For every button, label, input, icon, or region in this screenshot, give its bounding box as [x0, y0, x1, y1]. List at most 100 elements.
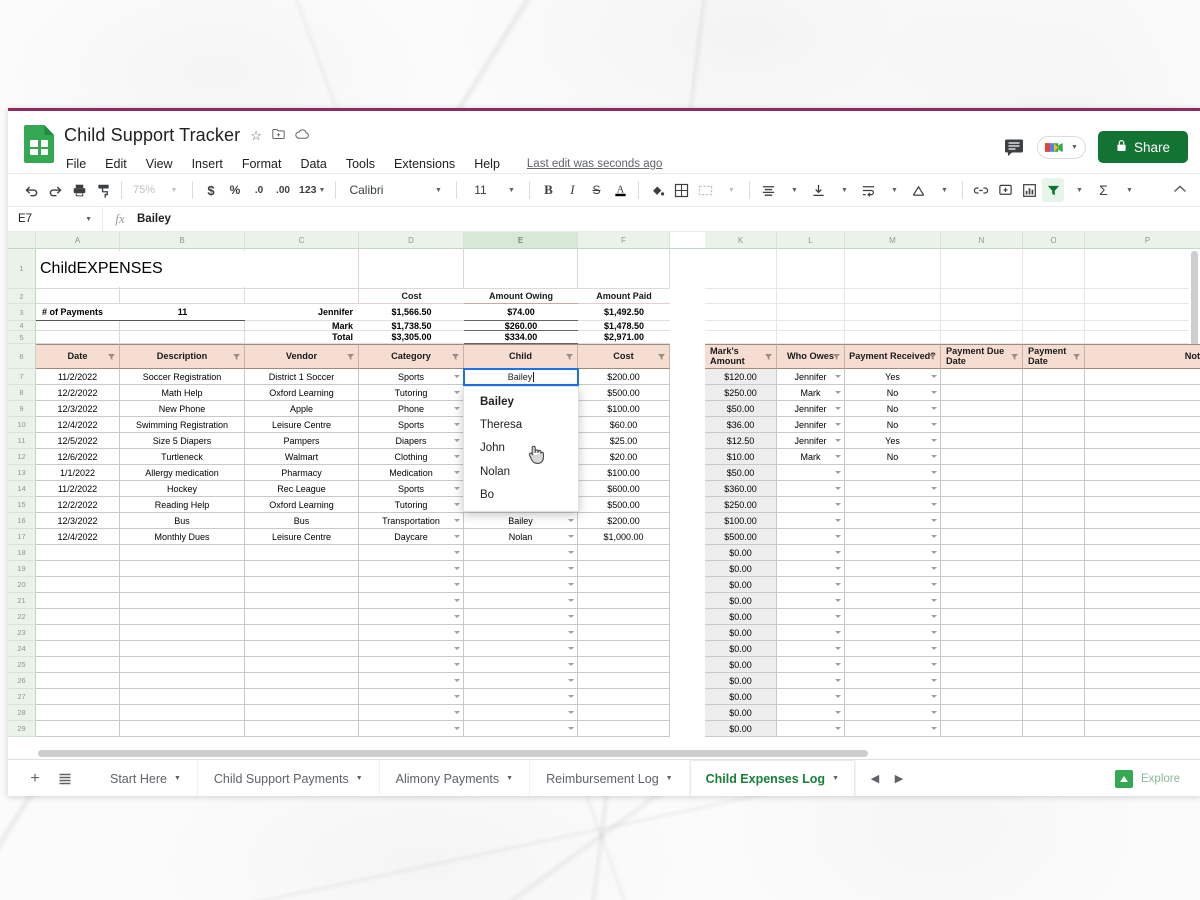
text-wrap-chevron-down-icon[interactable]: ▼ — [883, 178, 905, 202]
cell-dropdown-icon[interactable] — [931, 582, 937, 586]
cell-dropdown-icon[interactable] — [931, 422, 937, 426]
cell-vendor[interactable] — [245, 593, 359, 609]
cell-notes[interactable] — [1085, 433, 1200, 449]
cell-dropdown-icon[interactable] — [835, 646, 841, 650]
cell-dropdown-icon[interactable] — [454, 550, 460, 554]
cell-who-owes[interactable] — [777, 705, 845, 721]
cell-cost[interactable] — [578, 673, 670, 689]
cell-payment-due-date[interactable] — [941, 593, 1023, 609]
text-wrap-icon[interactable] — [857, 178, 879, 202]
cell-dropdown-icon[interactable] — [931, 662, 937, 666]
cell-category[interactable] — [359, 593, 464, 609]
insert-comment-icon[interactable] — [994, 178, 1016, 202]
cell-marks-amount[interactable]: $360.00 — [705, 481, 777, 497]
cell-payment-date[interactable] — [1023, 369, 1085, 385]
cell-marks-amount[interactable]: $0.00 — [705, 577, 777, 593]
grid-cell[interactable] — [120, 331, 245, 344]
cell-who-owes[interactable] — [777, 545, 845, 561]
cell-description[interactable] — [120, 609, 245, 625]
cell-description[interactable] — [120, 641, 245, 657]
filter-dropdown-icon[interactable] — [233, 353, 240, 360]
cell-date[interactable]: 12/2/2022 — [36, 385, 120, 401]
horizontal-scrollbar[interactable] — [36, 748, 1189, 759]
child-dropdown-option-bailey[interactable]: Bailey — [464, 391, 578, 414]
table-header-11[interactable]: Notes — [1085, 344, 1200, 369]
grid-cell-right[interactable] — [941, 289, 1023, 304]
cell-payment-received[interactable] — [845, 641, 941, 657]
cell-dropdown-icon[interactable] — [835, 678, 841, 682]
horizontal-align-chevron-down-icon[interactable]: ▼ — [783, 178, 805, 202]
cell-dropdown-icon[interactable] — [835, 614, 841, 618]
cell-notes[interactable] — [1085, 593, 1200, 609]
cell-dropdown-icon[interactable] — [454, 630, 460, 634]
sheet-tab-chevron-down-icon[interactable]: ▼ — [666, 775, 673, 782]
cell-payment-due-date[interactable] — [941, 641, 1023, 657]
cell-dropdown-icon[interactable] — [931, 486, 937, 490]
row-header-11[interactable]: 11 — [8, 433, 36, 449]
grid-cell-right[interactable] — [777, 289, 845, 304]
grid-cell[interactable] — [36, 331, 120, 344]
column-header-P[interactable]: P — [1085, 232, 1200, 249]
cell-payment-date[interactable] — [1023, 705, 1085, 721]
column-header-B[interactable]: B — [120, 232, 245, 249]
cell-dropdown-icon[interactable] — [454, 518, 460, 522]
cell-child[interactable] — [464, 641, 578, 657]
cell-vendor[interactable] — [245, 561, 359, 577]
formula-input[interactable]: Bailey — [137, 213, 171, 225]
cell-payment-date[interactable] — [1023, 609, 1085, 625]
sheet-tab-chevron-down-icon[interactable]: ▼ — [832, 775, 839, 782]
cell-payment-date[interactable] — [1023, 673, 1085, 689]
cell-vendor[interactable] — [245, 705, 359, 721]
cell-date[interactable]: 12/2/2022 — [36, 497, 120, 513]
cell-dropdown-icon[interactable] — [835, 710, 841, 714]
child-dropdown-option-bo[interactable]: Bo — [464, 484, 578, 507]
cell-payment-received[interactable] — [845, 721, 941, 737]
grid-cell-right[interactable] — [1023, 249, 1085, 289]
cell-notes[interactable] — [1085, 705, 1200, 721]
cell-category[interactable]: Tutoring — [359, 497, 464, 513]
menu-extensions[interactable]: Extensions — [392, 156, 457, 172]
cell-category[interactable]: Phone — [359, 401, 464, 417]
cell-payment-received[interactable] — [845, 657, 941, 673]
cell-marks-amount[interactable]: $0.00 — [705, 625, 777, 641]
cell-vendor[interactable]: Bus — [245, 513, 359, 529]
cell-date[interactable]: 12/4/2022 — [36, 529, 120, 545]
cell-who-owes[interactable]: Jennifer — [777, 417, 845, 433]
grid-cell-right[interactable] — [941, 331, 1023, 344]
merge-chevron-down-icon[interactable]: ▼ — [720, 178, 742, 202]
cell-marks-amount[interactable]: $0.00 — [705, 657, 777, 673]
cell-marks-amount[interactable]: $10.00 — [705, 449, 777, 465]
row-header-5[interactable]: 5 — [8, 331, 36, 344]
cell-category[interactable] — [359, 609, 464, 625]
grid-cell-right[interactable] — [705, 331, 777, 344]
sheet-tab-chevron-down-icon[interactable]: ▼ — [174, 775, 181, 782]
cell-description[interactable]: Math Help — [120, 385, 245, 401]
cell-date[interactable] — [36, 641, 120, 657]
cell-dropdown-icon[interactable] — [931, 694, 937, 698]
cell-cost[interactable]: $600.00 — [578, 481, 670, 497]
row-header-8[interactable]: 8 — [8, 385, 36, 401]
cell-payment-due-date[interactable] — [941, 465, 1023, 481]
cell-child[interactable] — [464, 593, 578, 609]
cell-dropdown-icon[interactable] — [931, 598, 937, 602]
cell-category[interactable]: Daycare — [359, 529, 464, 545]
cell-cost[interactable] — [578, 721, 670, 737]
cell-date[interactable] — [36, 609, 120, 625]
grid-cell-right[interactable] — [705, 289, 777, 304]
cell-dropdown-icon[interactable] — [931, 710, 937, 714]
grid-cell-right[interactable] — [941, 304, 1023, 321]
cell-category[interactable] — [359, 577, 464, 593]
google-meet-button[interactable]: ▼ — [1037, 135, 1086, 159]
cell-payment-date[interactable] — [1023, 513, 1085, 529]
cell-dropdown-icon[interactable] — [454, 534, 460, 538]
cell-category[interactable] — [359, 721, 464, 737]
paint-format-icon[interactable] — [92, 178, 114, 202]
cell-payment-received[interactable] — [845, 593, 941, 609]
add-sheet-icon[interactable]: + — [20, 764, 50, 794]
grid-cell[interactable] — [36, 321, 120, 331]
row-header-15[interactable]: 15 — [8, 497, 36, 513]
cell-payment-received[interactable] — [845, 481, 941, 497]
cell-payment-received[interactable]: No — [845, 417, 941, 433]
cell-payment-date[interactable] — [1023, 561, 1085, 577]
font-size-selector[interactable]: 11 — [464, 183, 496, 197]
